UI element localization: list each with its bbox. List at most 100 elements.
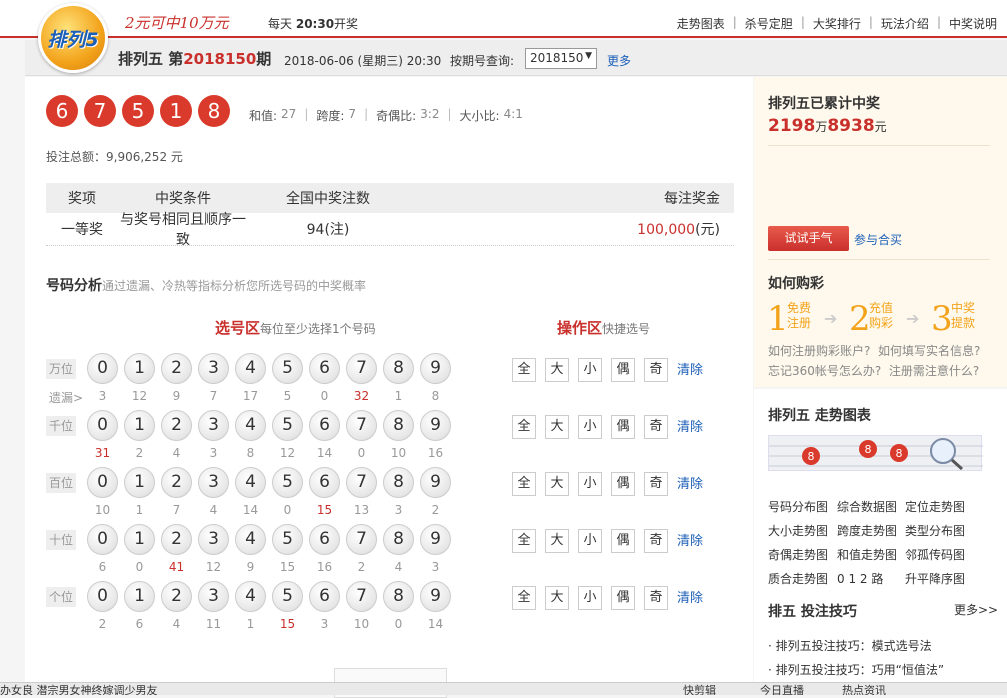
number-ball[interactable]: 6 [309,353,340,384]
number-ball[interactable]: 9 [420,581,451,612]
number-ball[interactable]: 1 [124,467,155,498]
clear-button[interactable]: 清除 [677,530,703,549]
number-ball[interactable]: 9 [420,353,451,384]
clear-button[interactable]: 清除 [677,416,703,435]
clear-button[interactable]: 清除 [677,587,703,606]
quick-select-button[interactable]: 奇 [644,586,668,610]
quick-select-button[interactable]: 小 [578,472,602,496]
number-ball[interactable]: 9 [420,524,451,555]
quick-select-button[interactable]: 偶 [611,358,635,382]
number-ball[interactable]: 4 [235,353,266,384]
number-ball[interactable]: 1 [124,353,155,384]
quick-select-button[interactable]: 小 [578,415,602,439]
number-ball[interactable]: 1 [124,410,155,441]
number-ball[interactable]: 9 [420,467,451,498]
quick-select-button[interactable]: 偶 [611,472,635,496]
trend-link[interactable]: 定位走势图 [905,498,965,515]
try-luck-button[interactable]: 试试手气 [768,226,849,251]
tips-more-link[interactable]: 更多>> [954,601,998,618]
quick-select-button[interactable]: 全 [512,586,536,610]
quick-select-button[interactable]: 全 [512,358,536,382]
nav-big-prize-rank[interactable]: 大奖排行 [813,15,861,32]
number-ball[interactable]: 1 [124,524,155,555]
number-ball[interactable]: 4 [235,524,266,555]
number-ball[interactable]: 6 [309,467,340,498]
number-ball[interactable]: 7 [346,524,377,555]
number-ball[interactable]: 2 [161,581,192,612]
number-ball[interactable]: 4 [235,467,266,498]
quick-select-button[interactable]: 小 [578,586,602,610]
clear-button[interactable]: 清除 [677,359,703,378]
quick-select-button[interactable]: 大 [545,358,569,382]
number-ball[interactable]: 7 [346,410,377,441]
more-link[interactable]: 更多 [607,52,631,69]
number-ball[interactable]: 4 [235,410,266,441]
number-ball[interactable]: 6 [309,410,340,441]
number-ball[interactable]: 0 [87,410,118,441]
quick-select-button[interactable]: 大 [545,529,569,553]
number-ball[interactable]: 3 [198,524,229,555]
quick-select-button[interactable]: 偶 [611,529,635,553]
trend-link[interactable]: 奇偶走势图 [768,546,828,563]
number-ball[interactable]: 8 [383,410,414,441]
faq-forgot-account[interactable]: 忘记360帐号怎么办? [768,364,881,378]
trend-link[interactable]: 0 1 2 路 [837,570,883,587]
trend-link[interactable]: 大小走势图 [768,522,828,539]
number-ball[interactable]: 8 [383,467,414,498]
number-ball[interactable]: 1 [124,581,155,612]
number-ball[interactable]: 0 [87,524,118,555]
trend-link[interactable]: 号码分布图 [768,498,828,515]
join-group-buy-link[interactable]: 参与合买 [854,231,902,248]
quick-select-button[interactable]: 小 [578,529,602,553]
trend-link[interactable]: 和值走势图 [837,546,897,563]
trend-link[interactable]: 质合走势图 [768,570,828,587]
quick-select-button[interactable]: 全 [512,472,536,496]
number-ball[interactable]: 6 [309,581,340,612]
quick-select-button[interactable]: 奇 [644,358,668,382]
nav-trend-chart[interactable]: 走势图表 [677,15,725,32]
number-ball[interactable]: 4 [235,581,266,612]
quick-select-button[interactable]: 全 [512,415,536,439]
number-ball[interactable]: 3 [198,410,229,441]
nav-kill-number[interactable]: 杀号定胆 [745,15,793,32]
number-ball[interactable]: 2 [161,353,192,384]
quick-select-button[interactable]: 奇 [644,529,668,553]
quick-select-button[interactable]: 大 [545,586,569,610]
number-ball[interactable]: 0 [87,467,118,498]
trend-link[interactable]: 跨度走势图 [837,522,897,539]
number-ball[interactable]: 2 [161,524,192,555]
logo[interactable]: 排列5 [38,3,108,73]
faq-register-notes[interactable]: 注册需注意什么? [889,364,979,378]
number-ball[interactable]: 0 [87,581,118,612]
quick-select-button[interactable]: 小 [578,358,602,382]
faq-realname[interactable]: 如何填写实名信息? [878,344,980,358]
number-ball[interactable]: 8 [383,581,414,612]
status-item[interactable]: 热点资讯 [842,683,886,695]
status-item[interactable]: 快剪辑 [683,683,716,695]
trend-link[interactable]: 综合数据图 [837,498,897,515]
quick-select-button[interactable]: 全 [512,529,536,553]
quick-select-button[interactable]: 奇 [644,415,668,439]
number-ball[interactable]: 7 [346,467,377,498]
quick-select-button[interactable]: 奇 [644,472,668,496]
nav-rules[interactable]: 玩法介绍 [881,15,929,32]
number-ball[interactable]: 7 [346,581,377,612]
tip-link[interactable]: · 排列五投注技巧：巧用“恒值法” [768,661,944,678]
number-ball[interactable]: 5 [272,410,303,441]
trend-link[interactable]: 类型分布图 [905,522,965,539]
trend-link[interactable]: 升平降序图 [905,570,965,587]
clear-button[interactable]: 清除 [677,473,703,492]
trend-link[interactable]: 邻孤传码图 [905,546,965,563]
number-ball[interactable]: 3 [198,467,229,498]
number-ball[interactable]: 6 [309,524,340,555]
number-ball[interactable]: 8 [383,353,414,384]
issue-select[interactable]: 2018150 ▼ [525,48,597,69]
status-item[interactable]: 今日直播 [760,683,804,695]
trend-chart-thumbnail[interactable]: 8 8 8 [768,435,983,471]
number-ball[interactable]: 3 [198,353,229,384]
number-ball[interactable]: 8 [383,524,414,555]
number-ball[interactable]: 9 [420,410,451,441]
quick-select-button[interactable]: 偶 [611,415,635,439]
tip-link[interactable]: · 排列五投注技巧：模式选号法 [768,637,932,654]
faq-register[interactable]: 如何注册购彩账户? [768,344,870,358]
